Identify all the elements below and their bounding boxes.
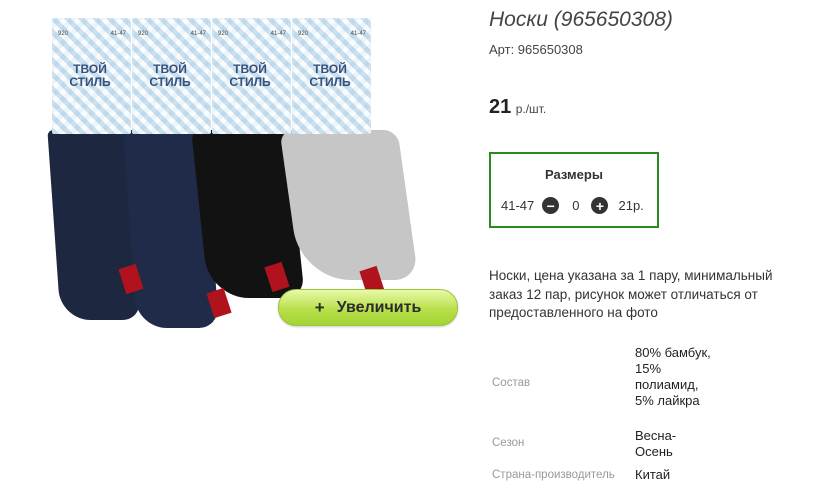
- size-price: 21р.: [618, 198, 644, 213]
- packaging-card: 920 41-47 ТВОЙ СТИЛЬ: [52, 18, 131, 134]
- card-brand: ТВОЙ СТИЛЬ: [149, 62, 191, 89]
- minus-circle-icon[interactable]: −: [542, 197, 560, 214]
- property-label: Состав: [492, 377, 531, 389]
- size-label: 41-47: [501, 198, 535, 213]
- card-code: 920: [298, 31, 309, 37]
- card-code: 920: [218, 31, 229, 37]
- sizes-title: Размеры: [545, 167, 603, 182]
- product-gallery: 920 41-47 ТВОЙ СТИЛЬ 920 41-47 ТВОЙ СТИЛ…: [0, 0, 470, 502]
- packaging-card: 920 41-47 ТВОЙ СТИЛЬ: [212, 18, 291, 134]
- card-sizes: 41-47: [350, 31, 366, 37]
- packaging-card: 920 41-47 ТВОЙ СТИЛЬ: [292, 18, 371, 134]
- card-code: 920: [138, 31, 149, 37]
- property-label: Сезон: [492, 437, 525, 449]
- card-brand: ТВОЙ СТИЛЬ: [229, 62, 271, 89]
- property-value: Китай: [635, 467, 671, 482]
- product-description: Носки, цена указана за 1 пару, минимальн…: [489, 268, 773, 320]
- zoom-button-label: Увеличить: [336, 298, 422, 316]
- product-photo[interactable]: 920 41-47 ТВОЙ СТИЛЬ 920 41-47 ТВОЙ СТИЛ…: [47, 10, 420, 330]
- plus-circle-icon[interactable]: +: [591, 197, 609, 214]
- price-unit: р./шт.: [515, 102, 547, 116]
- quantity-value[interactable]: 0: [572, 198, 579, 213]
- zoom-button[interactable]: + Увеличить: [278, 289, 458, 326]
- property-value: 80% бамбук, 15% полиамид, 5% лайкра: [635, 345, 711, 408]
- product-title: Носки (965650308): [489, 8, 673, 31]
- product-price: 21 р./шт.: [489, 96, 546, 119]
- size-row: 41-47 − 0 + 21р.: [501, 197, 644, 214]
- property-value: Весна-Осень: [635, 428, 677, 459]
- card-brand: ТВОЙ СТИЛЬ: [309, 62, 351, 89]
- packaging-card: 920 41-47 ТВОЙ СТИЛЬ: [132, 18, 211, 134]
- product-article: Арт: 965650308: [489, 42, 583, 57]
- property-label: Страна-производитель: [492, 469, 615, 481]
- card-brand: ТВОЙ СТИЛЬ: [69, 62, 111, 89]
- sizes-panel: Размеры 41-47 − 0 + 21р.: [489, 152, 659, 228]
- card-sizes: 41-47: [190, 31, 206, 37]
- price-value: 21: [489, 96, 512, 118]
- card-sizes: 41-47: [270, 31, 286, 37]
- plus-icon: +: [314, 297, 325, 317]
- card-sizes: 41-47: [110, 31, 126, 37]
- card-code: 920: [58, 31, 69, 37]
